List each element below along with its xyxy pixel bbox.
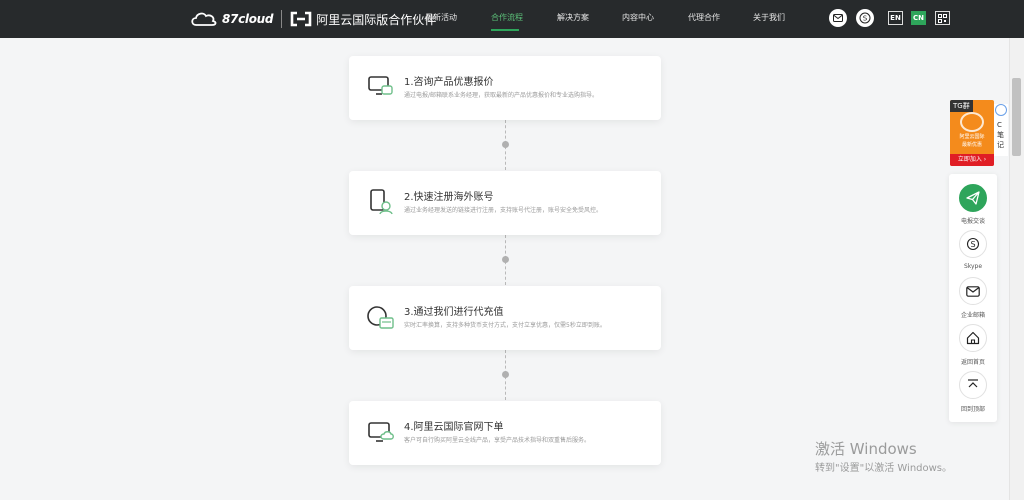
svg-text:S: S [863, 15, 868, 23]
timeline-dot [502, 141, 509, 148]
back-to-top-label: 回到顶部 [960, 406, 985, 413]
nav-item-cooperation-process[interactable]: 合作流程 [491, 12, 523, 23]
promo-graphic [960, 112, 984, 132]
telegram-icon [966, 191, 980, 205]
telegram-label: 电报交谈 [960, 218, 985, 225]
enterprise-mail-button[interactable] [959, 277, 987, 305]
qrcode-icon [938, 13, 947, 23]
brand-divider [281, 10, 283, 28]
step-title: 3.通过我们进行代充值 [404, 307, 504, 318]
step-description: 实时汇率换算，支持多种货币支付方式，支付立享优惠，仅需5秒立即到账。 [404, 322, 606, 329]
promo-line-1: 阿里云国际 [959, 134, 985, 140]
nav-item-solutions[interactable]: 解决方案 [557, 12, 589, 23]
nav-active-indicator [491, 29, 519, 31]
nav-item-latest-activity[interactable]: 最新活动 [425, 12, 457, 23]
step-card-register: 2.快速注册海外账号 通过业务经理发送的链接进行注册，支持账号代注册，账号安全免… [349, 171, 661, 235]
step-title: 4.阿里云国际官网下单 [404, 422, 504, 433]
skype-label: Skype [963, 263, 983, 270]
home-button[interactable] [959, 324, 987, 352]
top-navbar: 87cloud 阿里云国际版合作伙伴 最新活动 合作流程 解决方案 内容中心 代… [0, 0, 1024, 38]
step-description: 通过电报/邮箱联系业务经理，获取最新的产品优惠报价和专业选购指导。 [404, 92, 599, 99]
page: 87cloud 阿里云国际版合作伙伴 最新活动 合作流程 解决方案 内容中心 代… [0, 0, 1024, 500]
timeline-dot [502, 256, 509, 263]
side-tool-panel: 电报交谈 S Skype 企业邮箱 返回首页 回到顶部 [949, 174, 997, 422]
alibaba-cloud-logo-icon [290, 11, 312, 27]
note-tab-label: C笔记 [997, 121, 1004, 149]
windows-activation-watermark-subtitle: 转到"设置"以激活 Windows。 [815, 463, 953, 474]
nav-item-content-center[interactable]: 内容中心 [622, 12, 654, 23]
skype-button[interactable]: S [856, 9, 874, 27]
home-icon [966, 331, 980, 345]
step-title: 2.快速注册海外账号 [404, 192, 494, 203]
nav-item-about-us[interactable]: 关于我们 [753, 12, 785, 23]
brand-name: 87cloud [222, 12, 274, 26]
scrollbar-thumb[interactable] [1012, 78, 1021, 156]
skype-icon: S [859, 12, 871, 24]
step-description: 通过业务经理发送的链接进行注册，支持账号代注册，账号安全免受风控。 [404, 207, 603, 214]
join-now-button[interactable]: 立即加入 › [950, 154, 994, 166]
nav-item-agent-cooperation[interactable]: 代理合作 [688, 12, 720, 23]
tg-group-promo-banner[interactable]: TG群 阿里云国际 最新优惠 立即加入 › [950, 100, 994, 166]
cloud-logo-icon [191, 12, 217, 26]
monitor-chat-icon [368, 76, 393, 95]
step-description: 客户可自行购买阿里云全线产品，享受产品技术指导和双重售后服务。 [404, 437, 591, 444]
home-label: 返回首页 [960, 359, 985, 366]
phone-user-icon [370, 189, 393, 215]
qrcode-button[interactable] [935, 11, 950, 25]
step-card-consult: 1.咨询产品优惠报价 通过电报/邮箱联系业务经理，获取最新的产品优惠报价和专业选… [349, 56, 661, 120]
promo-line-2: 最新优惠 [961, 142, 982, 148]
monitor-cloud-icon [368, 422, 394, 442]
lang-cn-button[interactable]: CN [911, 11, 926, 25]
step-title: 1.咨询产品优惠报价 [404, 77, 494, 88]
windows-activation-watermark-title: 激活 Windows [815, 440, 917, 458]
back-to-top-button[interactable] [959, 371, 987, 399]
mail-icon [833, 14, 843, 22]
lang-en-button[interactable]: EN [888, 11, 903, 25]
email-button[interactable] [829, 9, 847, 27]
note-badge-icon [995, 104, 1007, 116]
back-to-top-icon [968, 379, 978, 388]
telegram-button[interactable] [959, 184, 987, 212]
mail-label: 企业邮箱 [960, 312, 985, 319]
step-card-order: 4.阿里云国际官网下单 客户可自行购买阿里云全线产品，享受产品技术指导和双重售后… [349, 401, 661, 465]
timeline-dot [502, 371, 509, 378]
mail-icon [966, 285, 980, 297]
tg-group-tag: TG群 [950, 100, 973, 112]
skype-side-button[interactable]: S [959, 230, 987, 258]
step-card-recharge: 3.通过我们进行代充值 实时汇率换算，支持多种货币支付方式，支付立享优惠，仅需5… [349, 286, 661, 350]
partner-title: 阿里云国际版合作伙伴 [316, 12, 437, 27]
brand-logo[interactable]: 87cloud 阿里云国际版合作伙伴 [190, 9, 436, 29]
svg-text:S: S [970, 240, 975, 249]
coin-card-icon [367, 306, 394, 329]
skype-icon: S [966, 237, 980, 251]
